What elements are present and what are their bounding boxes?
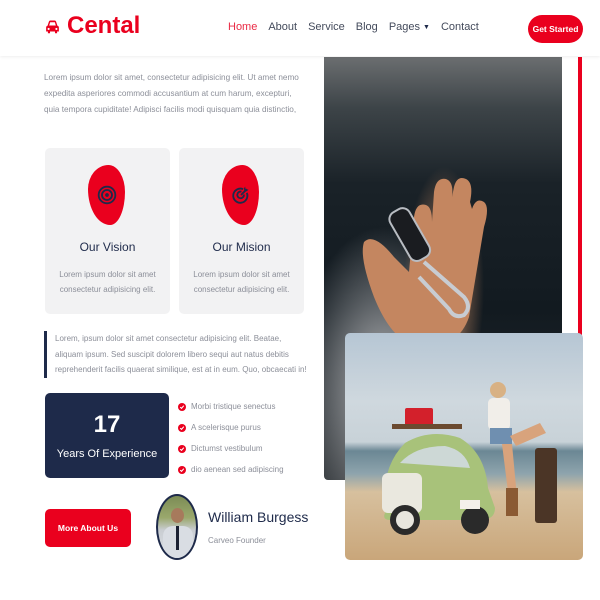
feature-checklist: Morbi tristique senectus A scelerisque p…: [178, 396, 284, 480]
card-title: Our Mision: [212, 240, 271, 254]
check-circle-icon: [178, 423, 186, 432]
experience-box: 17 Years Of Experience: [45, 393, 169, 478]
about-intro: Lorem ipsum dolor sit amet, consectetur …: [44, 73, 299, 114]
nav-home[interactable]: Home: [228, 21, 257, 33]
experience-label: Years Of Experience: [56, 448, 158, 460]
nav-pages[interactable]: Pages ▼: [389, 21, 430, 33]
card-text: Lorem ipsum dolor sit amet consectetur a…: [59, 270, 156, 294]
more-about-us-button[interactable]: More About Us: [45, 509, 131, 547]
target-arrow-icon: [231, 186, 248, 204]
card-title: Our Vision: [79, 240, 136, 254]
list-item-text: Morbi tristique senectus: [191, 402, 276, 411]
mission-card: Our Mision Lorem ipsum dolor sit amet co…: [179, 148, 304, 314]
car-icon: [46, 19, 59, 33]
woman-illustration: [488, 382, 557, 523]
bullseye-icon: [97, 185, 116, 205]
founder-avatar: [156, 494, 198, 560]
check-circle-icon: [178, 444, 186, 453]
check-circle-icon: [178, 465, 186, 474]
list-item-text: dio aenean sed adipiscing: [191, 465, 284, 474]
nav-service[interactable]: Service: [308, 21, 345, 33]
card-text: Lorem ipsum dolor sit amet consectetur a…: [193, 270, 290, 294]
brand-logo[interactable]: Cental: [44, 12, 140, 40]
list-item-text: A scelerisque purus: [191, 423, 261, 432]
founder-role: Carveo Founder: [208, 536, 266, 545]
get-started-button[interactable]: Get Started: [528, 15, 583, 43]
chevron-down-icon: ▼: [423, 23, 430, 31]
hand-with-keys-illustration: [362, 178, 487, 347]
nav-about[interactable]: About: [268, 21, 297, 33]
founder-name: William Burgess: [208, 509, 309, 525]
nav-pages-label: Pages: [388, 21, 421, 33]
about-quote: Lorem, ipsum dolor sit amet consectetur …: [44, 331, 309, 378]
nav-contact[interactable]: Contact: [441, 21, 479, 33]
list-item: A scelerisque purus: [178, 417, 284, 438]
site-header: Cental Home About Service Blog Pages ▼ Co…: [0, 0, 600, 56]
list-item: Morbi tristique senectus: [178, 396, 284, 417]
nav-blog[interactable]: Blog: [356, 21, 378, 33]
list-item: dio aenean sed adipiscing: [178, 459, 284, 480]
icon-blob: [222, 165, 259, 225]
icon-blob: [88, 165, 125, 225]
experience-number: 17: [93, 411, 121, 438]
main-nav: Home About Service Blog Pages ▼ Contact: [228, 21, 479, 33]
brand-name: Cental: [67, 12, 141, 39]
beetle-beach-photo: [345, 333, 583, 560]
list-item: Dictumst vestibulum: [178, 438, 284, 459]
check-circle-icon: [178, 402, 186, 411]
accent-line: [578, 57, 582, 341]
vision-card: Our Vision Lorem ipsum dolor sit amet co…: [45, 148, 170, 314]
list-item-text: Dictumst vestibulum: [191, 444, 263, 453]
